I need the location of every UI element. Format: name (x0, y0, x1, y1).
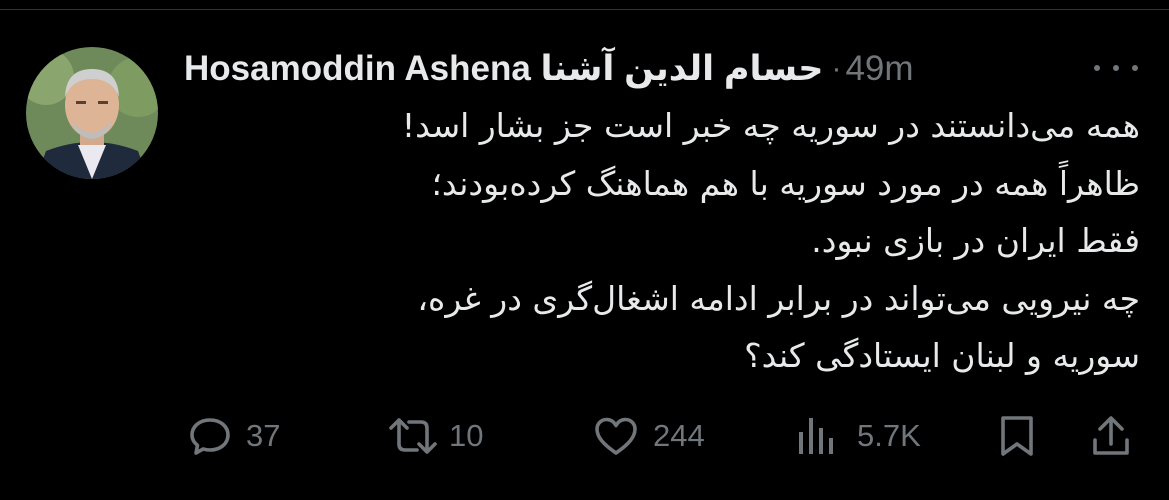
reply-count: 37 (246, 418, 281, 453)
tweet-line: سوریه و لبنان ایستادگی کند؟ (744, 336, 1140, 375)
tweet-text: همه می‌دانستند در سوریه چه خبر است جز بش… (180, 97, 1140, 385)
tweet-line: فقط ایران در بازی نبود. (811, 221, 1140, 260)
share-icon (1093, 416, 1129, 455)
views-icon (799, 418, 833, 454)
tweet-line: چه نیرویی می‌تواند در برابر ادامه اشغال‌… (417, 278, 1140, 318)
tweet-line: ظاهراً همه در مورد سوریه با هم هماهنگ کر… (431, 163, 1140, 203)
retweet-count: 10 (449, 418, 484, 453)
tweet-header: Hosamoddin Ashena حسام الدين آشنا · 49m (184, 45, 914, 93)
share-button[interactable] (1090, 414, 1132, 458)
views-button[interactable]: 5.7K (797, 414, 921, 458)
views-count: 5.7K (857, 418, 921, 453)
bookmark-icon (1001, 416, 1033, 456)
header-separator: · (831, 52, 842, 85)
more-icon[interactable] (1094, 56, 1138, 80)
reply-icon (190, 418, 230, 455)
like-count: 244 (653, 418, 705, 453)
tweet-timestamp[interactable]: 49m (845, 49, 913, 89)
author-name[interactable]: Hosamoddin Ashena حسام الدين آشنا (184, 49, 823, 89)
avatar[interactable] (26, 47, 158, 179)
retweet-button[interactable]: 10 (387, 414, 483, 458)
bookmark-button[interactable] (998, 414, 1036, 458)
tweet-line: همه می‌دانستند در سوریه چه خبر است جز بش… (401, 106, 1140, 145)
retweet-icon (389, 418, 437, 454)
top-divider (0, 9, 1169, 10)
like-icon (595, 417, 637, 455)
reply-button[interactable]: 37 (188, 414, 280, 458)
like-button[interactable]: 244 (593, 414, 705, 458)
action-bar: 37 10 244 5.7K (0, 414, 1169, 458)
